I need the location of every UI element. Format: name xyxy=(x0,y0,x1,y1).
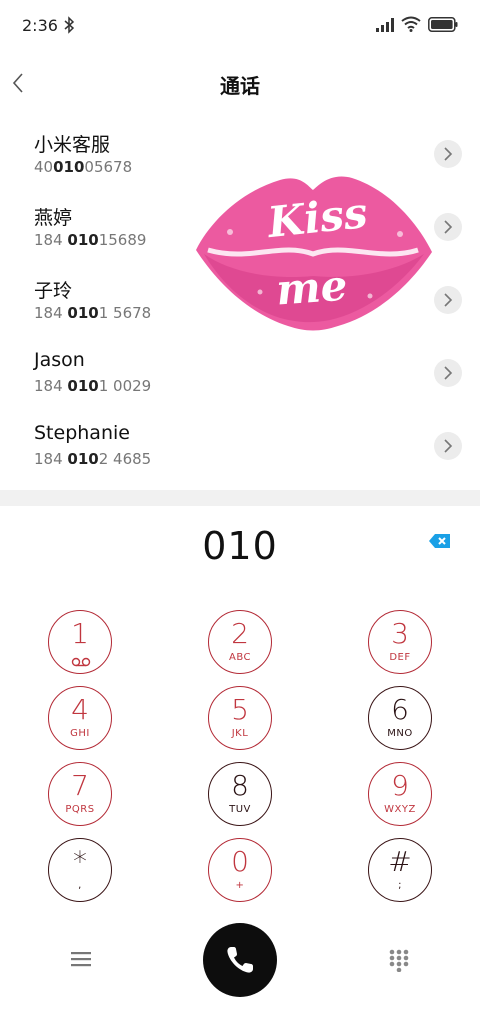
call-button[interactable] xyxy=(203,923,277,997)
key-digit: 8 xyxy=(231,769,249,802)
chevron-right-icon xyxy=(444,439,453,453)
contact-number: 184 0101 0029 xyxy=(34,377,152,395)
key-digit: 3 xyxy=(391,617,409,650)
key-hash[interactable]: # ; xyxy=(368,838,432,902)
key-5[interactable]: 5 JKL xyxy=(208,686,272,750)
contact-row[interactable]: Stephanie 184 0102 4685 xyxy=(0,412,480,485)
key-digit: 1 xyxy=(71,617,89,650)
chevron-right-icon xyxy=(444,220,453,234)
key-letters: TUV xyxy=(229,804,251,815)
contact-number: 184 0102 4685 xyxy=(34,450,152,468)
key-digit: 5 xyxy=(231,693,249,726)
dialed-number-display: 010 xyxy=(202,524,278,568)
sticker-text-kiss: Kiss xyxy=(264,188,369,247)
contact-name: 小米客服 xyxy=(34,134,111,156)
status-bar: 2:36 xyxy=(0,0,480,54)
key-letters: ABC xyxy=(228,652,251,663)
chevron-right-icon xyxy=(444,293,453,307)
key-0[interactable]: 0 + xyxy=(208,838,272,902)
key-digit: 0 xyxy=(231,845,249,878)
contact-detail-button[interactable] xyxy=(434,359,462,387)
key-letters: PQRS xyxy=(65,804,95,815)
key-digit: 9 xyxy=(391,769,409,802)
contact-row[interactable]: Jason 184 0101 0029 xyxy=(0,339,480,412)
key-letters: + xyxy=(235,880,245,891)
key-8[interactable]: 8 TUV xyxy=(208,762,272,826)
key-letters: DEF xyxy=(389,652,411,663)
wifi-icon xyxy=(401,16,421,32)
contact-name: 燕婷 xyxy=(34,207,73,229)
contact-name: Stephanie xyxy=(34,422,130,444)
key-digit: * xyxy=(73,845,87,878)
contact-number: 4001005678 xyxy=(34,158,133,176)
battery-icon xyxy=(428,17,458,32)
chevron-right-icon xyxy=(444,147,453,161)
list-divider xyxy=(0,490,480,506)
key-7[interactable]: 7 PQRS xyxy=(48,762,112,826)
phone-icon xyxy=(227,947,253,973)
key-9[interactable]: 9 WXYZ xyxy=(368,762,432,826)
status-time: 2:36 xyxy=(22,16,58,35)
key-letters: JKL xyxy=(231,728,249,739)
contact-detail-button[interactable] xyxy=(434,286,462,314)
key-6[interactable]: 6 MNO xyxy=(368,686,432,750)
menu-icon[interactable] xyxy=(70,950,92,968)
key-1[interactable]: 1 xyxy=(48,610,112,674)
kiss-me-sticker: Kiss me xyxy=(196,176,432,331)
voicemail-icon xyxy=(71,657,91,667)
contact-detail-button[interactable] xyxy=(434,140,462,168)
key-4[interactable]: 4 GHI xyxy=(48,686,112,750)
contact-detail-button[interactable] xyxy=(434,432,462,460)
key-2[interactable]: 2 ABC xyxy=(208,610,272,674)
key-digit: 7 xyxy=(71,769,89,802)
contact-number: 184 0101 5678 xyxy=(34,304,152,322)
page-title: 通话 xyxy=(220,74,260,98)
key-letters: , xyxy=(78,880,82,891)
sticker-text-me: me xyxy=(274,261,348,315)
contact-number: 184 01015689 xyxy=(34,231,147,249)
bluetooth-icon xyxy=(64,16,75,34)
key-digit: 6 xyxy=(391,693,409,726)
dialpad-icon[interactable] xyxy=(388,948,410,972)
key-letters: MNO xyxy=(387,728,413,739)
contact-name: Jason xyxy=(34,349,85,371)
contact-name: 子玲 xyxy=(34,280,73,302)
key-letters: WXYZ xyxy=(384,804,416,815)
contact-detail-button[interactable] xyxy=(434,213,462,241)
signal-icon xyxy=(376,18,394,32)
backspace-icon[interactable] xyxy=(428,532,452,550)
key-3[interactable]: 3 DEF xyxy=(368,610,432,674)
key-digit: # xyxy=(388,845,412,878)
key-digit: 4 xyxy=(71,693,89,726)
key-letters: GHI xyxy=(70,728,90,739)
key-digit: 2 xyxy=(231,617,249,650)
chevron-right-icon xyxy=(444,366,453,380)
key-letters: ; xyxy=(398,880,402,891)
key-star[interactable]: * , xyxy=(48,838,112,902)
